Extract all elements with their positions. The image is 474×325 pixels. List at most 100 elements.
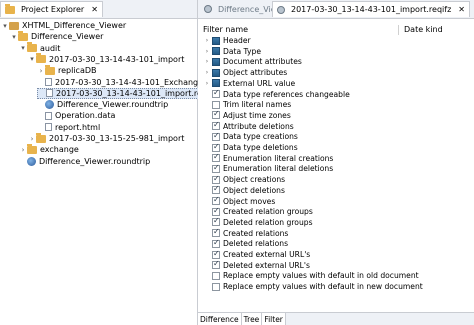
filter-checkbox[interactable] — [212, 152, 220, 163]
folder-icon — [18, 30, 28, 41]
expand-arrow-icon[interactable]: ▾ — [10, 33, 18, 41]
expand-arrow-icon[interactable]: › — [203, 58, 211, 65]
filter-row[interactable]: Adjust time zones — [203, 109, 291, 120]
filter-checkbox[interactable] — [212, 184, 220, 195]
filter-checkbox[interactable] — [212, 109, 220, 120]
filter-checkbox[interactable] — [212, 206, 220, 216]
expand-arrow-icon[interactable]: ▾ — [19, 44, 27, 52]
tree-item[interactable]: Operation.data — [37, 110, 115, 121]
filter-label: Object attributes — [223, 68, 288, 78]
filter-row[interactable]: Enumeration literal creations — [203, 152, 334, 163]
tree-item[interactable]: report.html — [37, 122, 100, 133]
tree-item[interactable]: › 2017-03-30_13-15-25-981_import — [28, 132, 185, 144]
filter-group-icon — [212, 36, 220, 45]
bottom-tab-difference[interactable]: Difference — [198, 313, 242, 325]
gear-icon — [204, 5, 212, 13]
tab-project-explorer[interactable]: Project Explorer ✕ — [0, 1, 103, 17]
tree-item-label: Difference_Viewer.roundtrip — [39, 156, 151, 166]
filter-label: Enumeration literal creations — [223, 153, 334, 163]
tab-reqifz-file[interactable]: 2017-03-30_13-14-43-101_import.reqifz ✕ — [272, 1, 470, 17]
filter-row[interactable]: Object moves — [203, 195, 276, 206]
filter-row[interactable]: › External URL value — [203, 79, 295, 88]
filter-group-icon — [212, 68, 220, 77]
tab-reqifz-file-label: 2017-03-30_13-14-43-101_import.reqifz — [291, 5, 452, 14]
filter-checkbox[interactable] — [212, 174, 220, 184]
filter-checkbox[interactable] — [212, 238, 220, 248]
tree-item[interactable]: ▾ 2017-03-30_13-14-43-101_import — [28, 53, 185, 65]
filter-row[interactable]: Data type creations — [203, 131, 298, 142]
column-date-kind[interactable]: Date kind — [399, 25, 443, 35]
tree-item-label: XHTML_Difference_Viewer — [22, 21, 127, 30]
roundtrip-icon — [45, 100, 54, 110]
tree-item-label: 2017-03-30_13-14-43-101_import — [49, 54, 185, 64]
filter-checkbox[interactable] — [212, 88, 220, 98]
tree-item[interactable]: ▾ Difference_Viewer — [10, 30, 103, 42]
expand-arrow-icon[interactable]: › — [203, 69, 211, 76]
file-icon — [45, 123, 52, 132]
expand-arrow-icon[interactable]: ▾ — [28, 55, 36, 63]
filter-table-header: Filter name Date kind — [203, 25, 474, 35]
explorer-icon — [5, 3, 15, 14]
filter-row[interactable]: Object deletions — [203, 184, 285, 195]
expand-arrow-icon[interactable]: › — [37, 67, 45, 75]
filter-row[interactable]: Data type references changeable — [203, 88, 350, 99]
tree-item[interactable]: › exchange — [19, 143, 79, 155]
filter-row[interactable]: Object creations — [203, 174, 285, 184]
filter-checkbox[interactable] — [212, 131, 220, 141]
filter-row[interactable]: Enumeration literal deletions — [203, 163, 333, 173]
filter-checkbox[interactable] — [212, 249, 220, 259]
column-filter-name[interactable]: Filter name — [203, 25, 399, 35]
filter-row[interactable]: Data type deletions — [203, 142, 298, 152]
filter-row[interactable]: Created relation groups — [203, 206, 313, 216]
expand-arrow-icon[interactable]: › — [203, 48, 211, 55]
filter-checkbox[interactable] — [212, 195, 220, 205]
filter-label: Data type creations — [223, 132, 298, 142]
expand-arrow-icon[interactable]: › — [203, 80, 211, 87]
tree-item[interactable]: ▾ audit — [19, 42, 61, 54]
filter-checkbox[interactable] — [212, 163, 220, 173]
editor-tabbar: Difference_Viewer 2017-03-30_13-14-43-10… — [198, 0, 474, 19]
filter-row[interactable]: Trim literal names — [203, 100, 291, 109]
filter-row[interactable]: › Header — [203, 36, 251, 45]
tree-item[interactable]: 2017-03-30_13-14-43-101_import.reqifz — [37, 87, 218, 99]
filter-row[interactable]: › Document attributes — [203, 57, 302, 66]
tree-item[interactable]: Difference_Viewer.roundtrip — [19, 156, 150, 167]
filter-label: External URL value — [223, 78, 296, 88]
editor-bottom-tabs: Difference Tree Filter — [198, 312, 474, 325]
filter-row[interactable]: Deleted relation groups — [203, 216, 313, 227]
close-icon[interactable]: ✕ — [91, 5, 98, 14]
filter-row[interactable]: › Object attributes — [203, 68, 287, 77]
filter-row[interactable]: Replace empty values with default in old… — [203, 271, 419, 280]
expand-arrow-icon[interactable]: ▾ — [1, 22, 9, 30]
bottom-tab-filter[interactable]: Filter — [262, 313, 286, 325]
filter-checkbox[interactable] — [212, 259, 220, 270]
filter-label: Replace empty values with default in new… — [223, 282, 423, 292]
expand-arrow-icon[interactable]: › — [28, 135, 36, 143]
bottom-tab-tree[interactable]: Tree — [241, 313, 263, 325]
filter-row[interactable]: Deleted external URL's — [203, 259, 310, 270]
expand-arrow-icon[interactable]: › — [19, 146, 27, 154]
filter-row[interactable]: Created external URL's — [203, 249, 310, 259]
tree-item[interactable]: › replicaDB — [37, 64, 97, 76]
filter-label: Object moves — [223, 196, 276, 206]
tree-item-label: audit — [40, 43, 61, 53]
expand-arrow-icon[interactable]: › — [203, 37, 211, 44]
tree-item[interactable]: Difference_Viewer.roundtrip — [37, 99, 168, 110]
filter-row[interactable]: › Data Type — [203, 47, 261, 56]
filter-checkbox[interactable] — [212, 142, 220, 152]
filter-checkbox[interactable] — [212, 282, 220, 291]
filter-row[interactable]: Replace empty values with default in new… — [203, 282, 423, 291]
tree-item-label: 2017-03-30_13-15-25-981_import — [49, 134, 185, 143]
close-icon[interactable]: ✕ — [458, 5, 465, 14]
filter-row[interactable]: Deleted relations — [203, 238, 288, 248]
filter-checkbox[interactable] — [212, 100, 220, 109]
tree-item[interactable]: ▾ XHTML_Difference_Viewer — [1, 20, 126, 31]
filter-row[interactable]: Created relations — [203, 227, 288, 238]
filter-checkbox[interactable] — [212, 120, 220, 131]
filter-checkbox[interactable] — [212, 216, 220, 227]
filter-row[interactable]: Attribute deletions — [203, 120, 294, 131]
tree-item[interactable]: 2017-03-30_13-14-43-101_ExchangeSum — [37, 77, 221, 88]
filter-checkbox[interactable] — [212, 271, 220, 280]
filter-label: Attribute deletions — [223, 121, 294, 131]
filter-checkbox[interactable] — [212, 227, 220, 238]
